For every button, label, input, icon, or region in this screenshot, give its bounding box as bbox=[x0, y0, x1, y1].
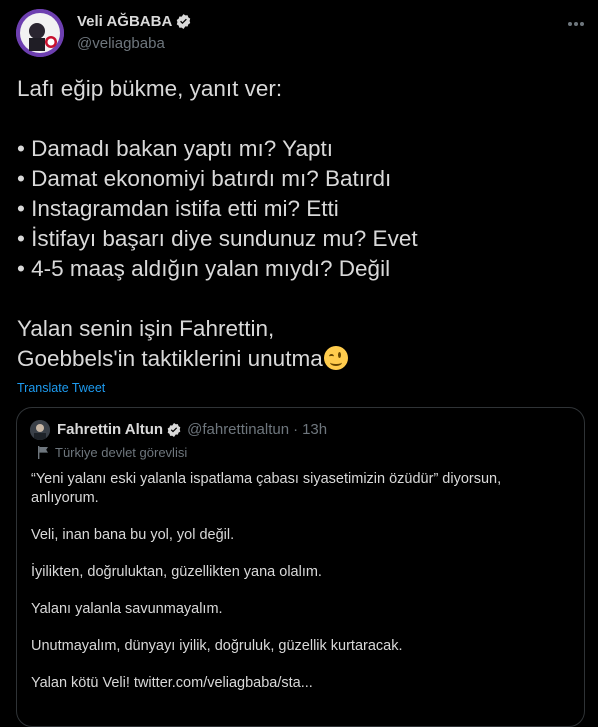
more-options-icon[interactable] bbox=[564, 14, 588, 34]
quoted-header: Fahrettin Altun @fahrettinaltun · 13h bbox=[57, 421, 327, 438]
quoted-paragraph: Yalanı yalanla savunmayalım. bbox=[31, 601, 223, 617]
quoted-timestamp[interactable]: 13h bbox=[302, 421, 327, 438]
quoted-author-handle[interactable]: @fahrettinaltun bbox=[187, 421, 289, 438]
author-handle[interactable]: @veliagbaba bbox=[77, 35, 165, 52]
tweet-line: Lafı eğip bükme, yanıt ver: bbox=[17, 76, 283, 101]
tweet-line: • Instagramdan istifa etti mi? Etti bbox=[17, 196, 339, 221]
author-name-row[interactable]: Veli AĞBABA bbox=[77, 13, 192, 30]
tweet-text: Lafı eğip bükme, yanıt ver: • Damadı bak… bbox=[17, 74, 587, 374]
separator-dot: · bbox=[293, 421, 299, 438]
tweet-line: • 4-5 maaş aldığın yalan mıydı? Değil bbox=[17, 256, 391, 281]
quoted-author-name[interactable]: Fahrettin Altun bbox=[57, 421, 163, 438]
tweet-line: • İstifayı başarı diye sundunuz mu? Evet bbox=[17, 226, 418, 251]
verified-badge-icon bbox=[167, 422, 181, 437]
quoted-paragraph: Yalan kötü Veli! twitter.com/veliagbaba/… bbox=[31, 675, 313, 691]
tweet-line: • Damadı bakan yaptı mı? Yaptı bbox=[17, 136, 333, 161]
verified-badge-icon bbox=[177, 14, 191, 29]
quoted-paragraph: Veli, inan bana bu yol, yol değil. bbox=[31, 527, 235, 543]
author-name[interactable]: Veli AĞBABA bbox=[77, 13, 172, 30]
tweet-line-blank bbox=[17, 284, 587, 314]
quoted-paragraph: “Yeni yalanı eski yalanla ispatlama çaba… bbox=[31, 471, 502, 506]
winking-face-emoji-icon bbox=[323, 346, 348, 370]
avatar[interactable] bbox=[16, 9, 64, 57]
government-label-text: Türkiye devlet görevlisi bbox=[55, 445, 188, 460]
quoted-paragraph: Unutmayalım, dünyayı iyilik, doğruluk, g… bbox=[31, 638, 403, 654]
tweet-last-line: Goebbels'in taktiklerini unutma bbox=[17, 344, 587, 374]
quoted-avatar[interactable] bbox=[30, 420, 50, 440]
tweet-line: Yalan senin işin Fahrettin, bbox=[17, 316, 275, 341]
quoted-tweet[interactable]: Fahrettin Altun @fahrettinaltun · 13h Tü… bbox=[16, 407, 585, 727]
tweet-line: Goebbels'in taktiklerini unutma bbox=[17, 346, 323, 371]
tweet-line: • Damat ekonomiyi batırdı mı? Batırdı bbox=[17, 166, 392, 191]
tweet-card: Veli AĞBABA @veliagbaba Lafı eğip bükme,… bbox=[0, 0, 598, 727]
tweet-line-blank bbox=[17, 104, 587, 134]
quoted-paragraph: İyilikten, doğruluktan, güzellikten yana… bbox=[31, 564, 322, 580]
government-label: Türkiye devlet görevlisi bbox=[38, 445, 187, 460]
flag-icon bbox=[38, 446, 48, 459]
quoted-text: “Yeni yalanı eski yalanla ispatlama çaba… bbox=[31, 470, 571, 711]
translate-tweet-link[interactable]: Translate Tweet bbox=[17, 381, 105, 395]
